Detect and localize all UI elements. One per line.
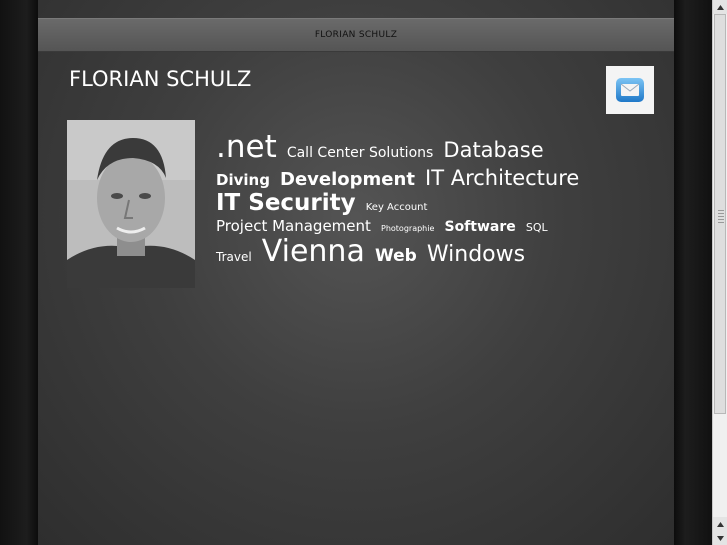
tag-link[interactable]: SQL: [526, 221, 548, 234]
tag-link[interactable]: Photographie: [381, 224, 434, 233]
tag-link[interactable]: Travel: [216, 250, 252, 264]
tag-link[interactable]: IT Security: [216, 190, 356, 216]
tag-link[interactable]: Web: [375, 246, 417, 266]
top-bar: FLORIAN SCHULZ: [38, 18, 674, 52]
tag-link[interactable]: Development: [280, 169, 415, 190]
arrow-up-icon: [717, 521, 724, 527]
tag-link[interactable]: Windows: [427, 242, 525, 267]
mail-icon: [616, 78, 644, 102]
tag-link[interactable]: .net: [216, 129, 277, 165]
scroll-up-button-lower[interactable]: [713, 517, 727, 531]
scroll-up-button[interactable]: [713, 0, 727, 14]
profile-photo: [67, 120, 195, 288]
tag-link[interactable]: Database: [443, 138, 543, 162]
site-title: FLORIAN SCHULZ: [69, 67, 252, 91]
tag-link[interactable]: Vienna: [262, 234, 365, 269]
tag-link[interactable]: Key Account: [366, 202, 428, 213]
left-shadow: [0, 0, 38, 545]
tag-cloud: .net Call Center Solutions Database Divi…: [216, 129, 596, 270]
contact-mail-button[interactable]: [606, 66, 654, 114]
tag-link[interactable]: Project Management: [216, 217, 371, 235]
tag-link[interactable]: IT Architecture: [425, 166, 579, 190]
scrollbar-thumb[interactable]: [714, 14, 726, 414]
arrow-down-icon: [717, 535, 724, 541]
top-bar-title[interactable]: FLORIAN SCHULZ: [315, 30, 397, 40]
tag-link[interactable]: Call Center Solutions: [287, 145, 433, 161]
tag-link[interactable]: Diving: [216, 171, 270, 189]
grip-icon: [718, 210, 724, 225]
scroll-down-button[interactable]: [713, 531, 727, 545]
right-shadow: [674, 0, 712, 545]
vertical-scrollbar[interactable]: [712, 0, 727, 545]
arrow-up-icon: [717, 4, 724, 10]
tag-link[interactable]: Software: [444, 219, 515, 235]
page-container: FLORIAN SCHULZ FLORIAN SCHULZ .net Call …: [38, 0, 674, 545]
